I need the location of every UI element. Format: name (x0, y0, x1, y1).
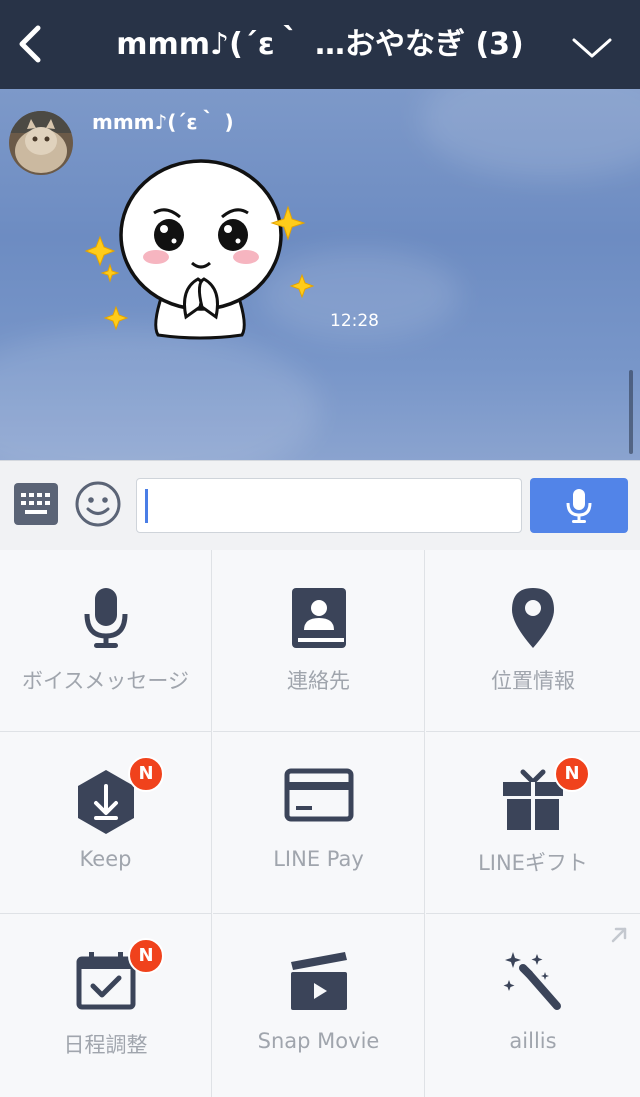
menu-item-line-gift[interactable]: N LINEギフト (426, 732, 640, 914)
menu-item-label: LINE Pay (273, 847, 364, 871)
menu-item-scheduler[interactable]: N 日程調整 (0, 914, 212, 1097)
new-badge: N (128, 938, 164, 974)
emoji-icon[interactable] (74, 480, 122, 528)
menu-item-label: Snap Movie (257, 1029, 380, 1053)
magic-wand-icon (493, 950, 573, 1020)
microphone-icon (66, 586, 146, 656)
menu-item-aillis[interactable]: aillis (426, 914, 640, 1097)
card-icon (279, 768, 359, 838)
sender-name: mmm♪(´ε｀ ) (92, 110, 234, 134)
input-bar (0, 460, 640, 550)
new-badge: N (554, 756, 590, 792)
new-badge: N (128, 756, 164, 792)
contacts-book-icon (279, 586, 359, 656)
chat-header: mmm♪(´ε｀ …おやなぎ (3) (0, 0, 640, 89)
menu-item-snap-movie[interactable]: Snap Movie (213, 914, 425, 1097)
attachment-menu: ボイスメッセージ 連絡先 位置情報 N Keep LINE Pay N LINE… (0, 550, 640, 1097)
clapperboard-icon (279, 950, 359, 1020)
menu-item-label: 連絡先 (287, 669, 350, 693)
chat-title[interactable]: mmm♪(´ε｀ …おやなぎ (3) (90, 0, 550, 89)
microphone-icon (566, 489, 592, 523)
menu-item-line-pay[interactable]: LINE Pay (213, 732, 425, 914)
location-pin-icon (493, 586, 573, 656)
menu-item-voice-message[interactable]: ボイスメッセージ (0, 550, 212, 732)
message-input[interactable] (136, 478, 522, 533)
menu-item-label: 日程調整 (63, 1033, 148, 1057)
menu-item-label: ボイスメッセージ (22, 669, 189, 693)
sticker[interactable] (80, 147, 320, 347)
external-link-icon (611, 927, 627, 943)
menu-item-label: aillis (509, 1029, 557, 1053)
text-caret (145, 489, 148, 523)
menu-item-label: Keep (79, 847, 132, 871)
message-time: 12:28 (330, 311, 379, 331)
menu-item-label: LINEギフト (478, 851, 588, 875)
chevron-down-icon[interactable] (570, 32, 614, 62)
menu-item-label: 位置情報 (491, 669, 575, 693)
menu-item-keep[interactable]: N Keep (0, 732, 212, 914)
menu-item-location[interactable]: 位置情報 (426, 550, 640, 732)
keyboard-icon[interactable] (14, 483, 58, 525)
scrollbar[interactable] (629, 370, 633, 454)
avatar[interactable] (9, 111, 73, 175)
back-arrow-icon[interactable] (14, 24, 50, 64)
menu-item-contacts[interactable]: 連絡先 (213, 550, 425, 732)
voice-send-button[interactable] (530, 478, 628, 533)
chat-area[interactable]: mmm♪(´ε｀ ) 12:28 (0, 89, 640, 460)
